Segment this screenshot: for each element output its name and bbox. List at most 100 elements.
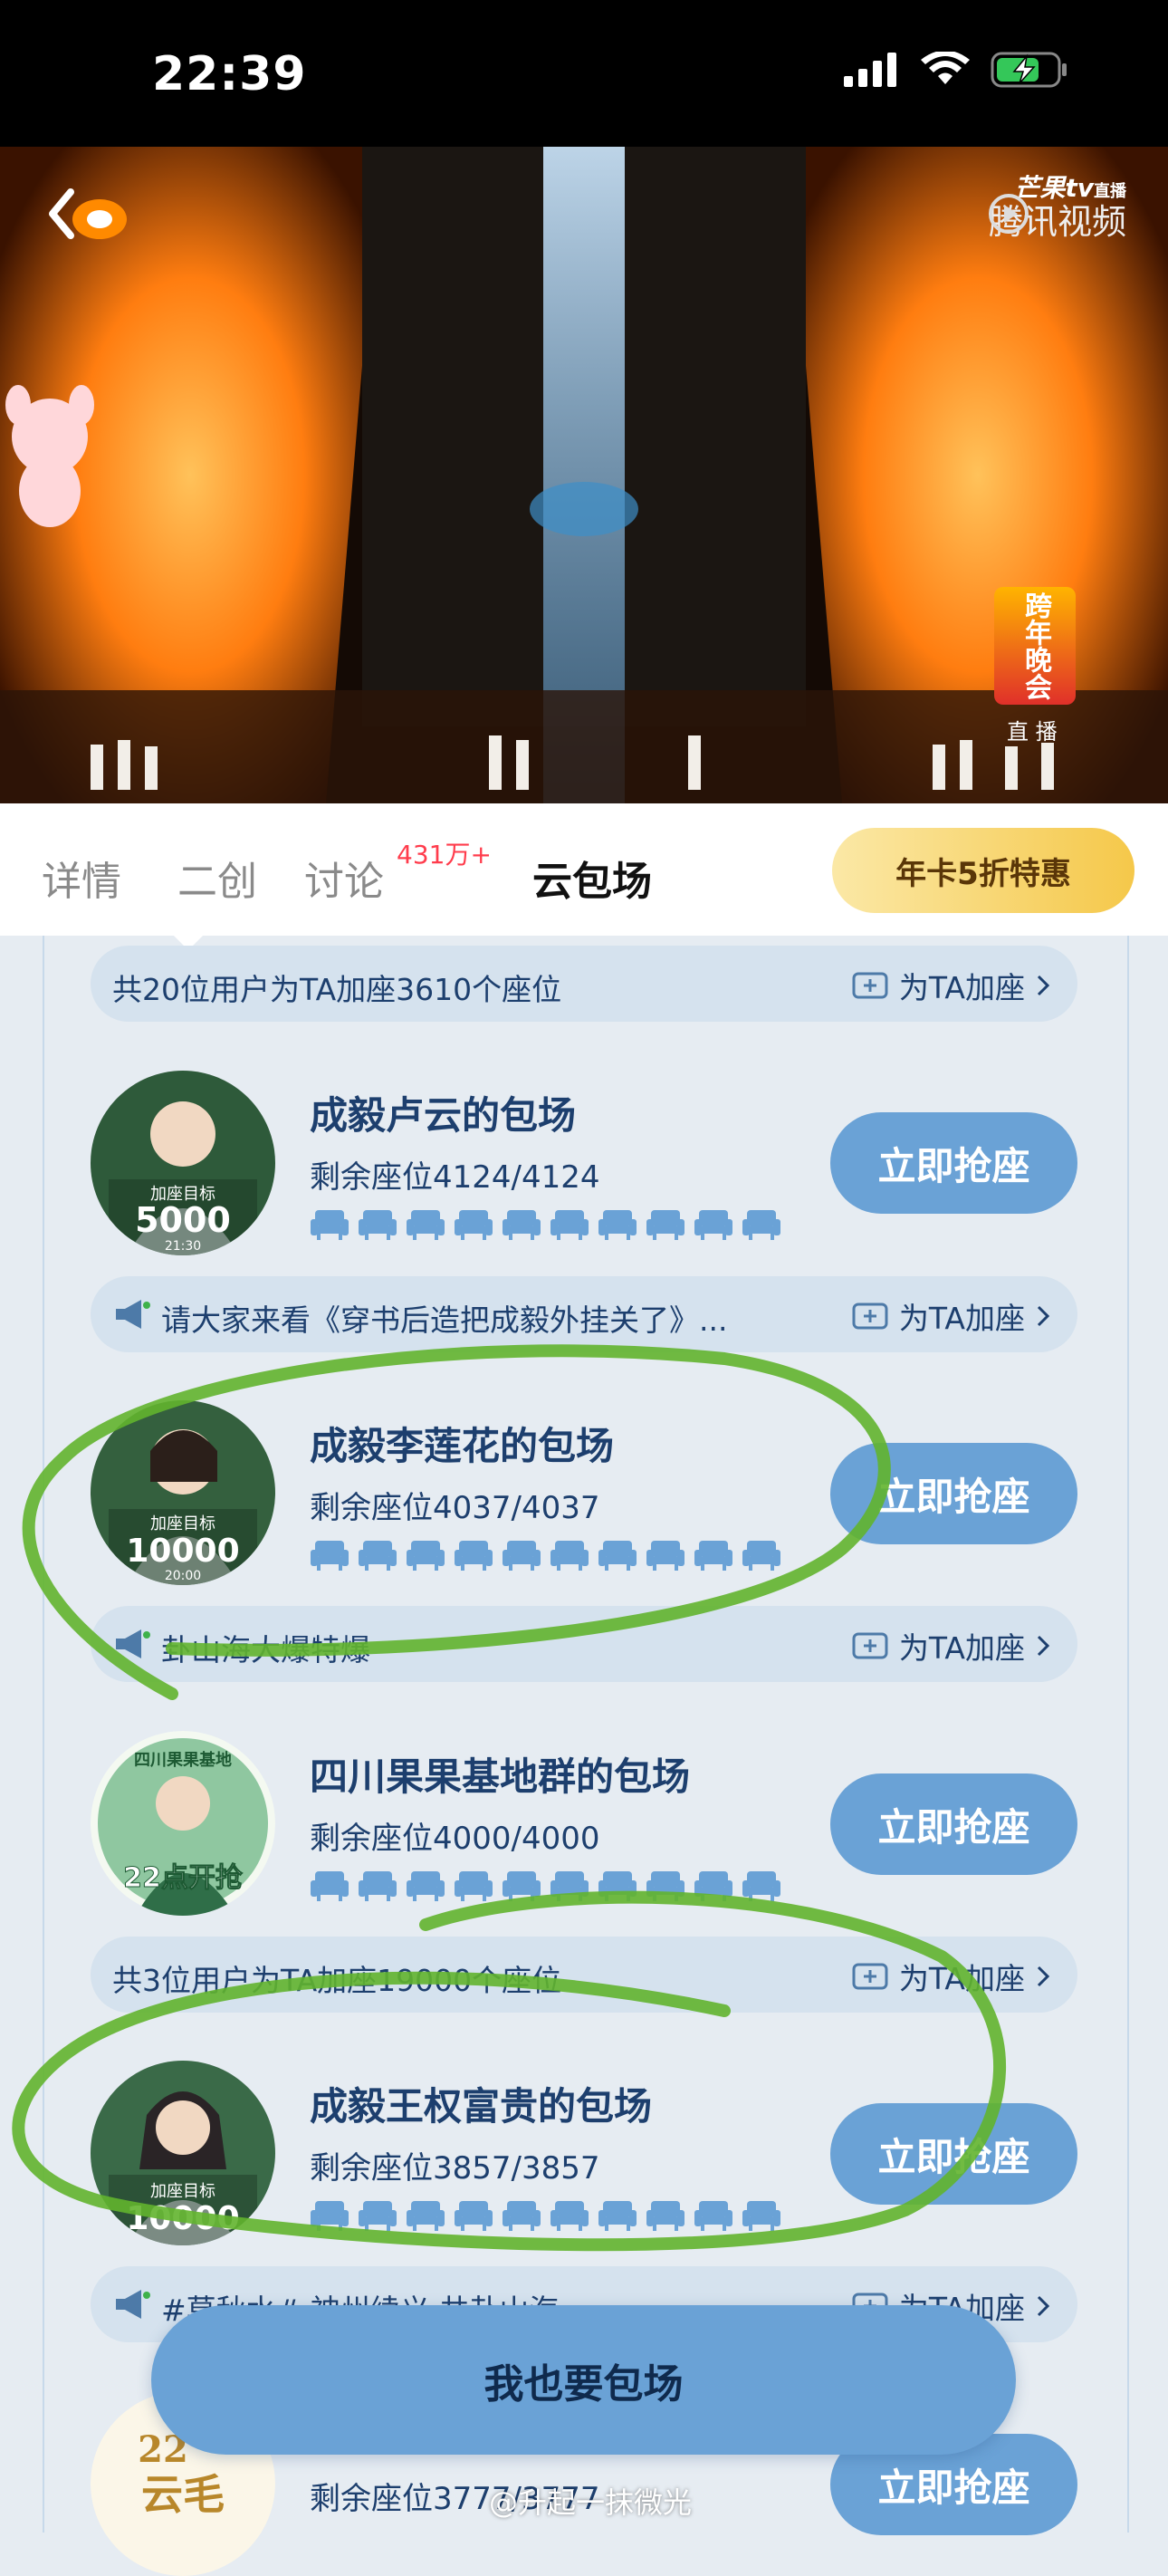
info-bar-text: 共3位用户为TA加座19000个座位 [112, 1963, 562, 1998]
avatar[interactable]: 加座目标 10000 20:00 [91, 1400, 275, 1585]
chevron-right-icon [1037, 1305, 1050, 1327]
seat-icon [310, 1206, 349, 1241]
tab-cloud-screening[interactable]: 云包场 [532, 849, 652, 907]
add-seat-link[interactable]: 为TA加座 [852, 1955, 1050, 1998]
info-bar[interactable]: 卦山海大爆特爆 为TA加座 [91, 1606, 1077, 1682]
seat-icon [646, 1537, 685, 1572]
svg-text:22点开抢: 22点开抢 [123, 1862, 244, 1894]
seat-row [310, 2197, 781, 2232]
seat-icon [502, 1206, 541, 1241]
add-seat-link[interactable]: 为TA加座 [852, 1624, 1050, 1668]
seat-icon [406, 2197, 445, 2232]
show-logo: 跨年晚会 [994, 587, 1076, 705]
svg-text:10000: 10000 [126, 1533, 239, 1570]
video-player[interactable]: 芒果tv直播 腾讯视频 跨年晚会 直 播 [0, 147, 1168, 803]
info-bar[interactable]: 共3位用户为TA加座19000个座位 为TA加座 [91, 1937, 1077, 2013]
seat-icon [310, 1537, 349, 1572]
seat-icon [550, 1537, 589, 1572]
svg-text:云毛: 云毛 [141, 2470, 225, 2519]
tab-details[interactable]: 详情 [42, 849, 121, 907]
screening-title: 成毅李莲花的包场 [310, 1424, 615, 1468]
stage-scene [0, 147, 1168, 803]
info-bar[interactable]: 请大家来看《穿书后造把成毅外挂关了》... 为TA加座 [91, 1276, 1077, 1352]
seat-icon [454, 1537, 493, 1572]
avatar[interactable]: 加座目标 10000 [91, 2061, 275, 2245]
screening-title: 成毅王权富贵的包场 [310, 2084, 653, 2129]
seat-icon [646, 1868, 685, 1902]
seat-row [310, 1868, 781, 1902]
avatar[interactable]: 加座目标 5000 21:30 [91, 1071, 275, 1255]
remaining-seats: 剩余座位4124/4124 [310, 1159, 600, 1196]
info-bar-text: 卦山海大爆特爆 [161, 1632, 370, 1668]
add-seat-label: 为TA加座 [898, 1301, 1025, 1336]
chevron-right-icon [1037, 1966, 1050, 1987]
remaining-seats: 剩余座位4037/4037 [310, 1490, 600, 1526]
info-bar[interactable]: 共20位用户为TA加座3610个座位 为TA加座 [91, 946, 1077, 1022]
add-seat-label: 为TA加座 [898, 1630, 1025, 1666]
svg-text:10000: 10000 [126, 2200, 239, 2237]
svg-text:21:30: 21:30 [165, 1239, 201, 1254]
add-seat-link[interactable]: 为TA加座 [852, 964, 1050, 1007]
status-bar: 22:39 [0, 0, 1168, 147]
seat-icon [454, 1868, 493, 1902]
svg-text:5000: 5000 [135, 1200, 231, 1240]
seat-row [310, 1537, 781, 1572]
back-icon[interactable] [43, 179, 134, 252]
tencent-video-watermark: 腾讯视频 [988, 194, 1126, 244]
annual-card-promo-button[interactable]: 年卡5折特惠 [832, 828, 1134, 913]
seat-icon [310, 2197, 349, 2232]
add-seat-label: 为TA加座 [898, 970, 1025, 1005]
megaphone-icon [116, 1300, 150, 1329]
add-seat-label: 为TA加座 [898, 1961, 1025, 1996]
seat-icon [358, 1868, 397, 1902]
screening-title: 成毅卢云的包场 [310, 1093, 577, 1138]
seat-icon [694, 1868, 733, 1902]
seat-icon [358, 1206, 397, 1241]
seat-icon [406, 1206, 445, 1241]
grab-seat-button[interactable]: 立即抢座 [830, 1443, 1077, 1544]
screening-title: 四川果果基地群的包场 [310, 1754, 691, 1799]
svg-text:20:00: 20:00 [165, 1569, 201, 1583]
status-time: 22:39 [152, 47, 307, 101]
seat-icon [598, 1537, 637, 1572]
seat-icon [694, 1206, 733, 1241]
grab-seat-button[interactable]: 立即抢座 [830, 1773, 1077, 1875]
info-bar-text: 共20位用户为TA加座3610个座位 [112, 972, 562, 1007]
seat-icon [742, 1537, 781, 1572]
svg-text:加座目标: 加座目标 [150, 2182, 215, 2201]
seat-icon [694, 1537, 733, 1572]
play-logo-icon [988, 194, 1029, 234]
seat-icon [454, 2197, 493, 2232]
chevron-right-icon [1037, 2295, 1050, 2317]
seat-icon [406, 1868, 445, 1902]
discussion-count-badge: 431万+ [397, 840, 492, 870]
seat-icon [406, 1537, 445, 1572]
remaining-seats: 剩余座位3857/3857 [310, 2150, 600, 2187]
weibo-watermark: @升起一抹微光 [489, 2485, 693, 2520]
seat-icon [454, 1206, 493, 1241]
tab-discussion[interactable]: 讨论 [304, 849, 384, 907]
seat-icon [646, 2197, 685, 2232]
grab-seat-button[interactable]: 立即抢座 [830, 1112, 1077, 1214]
cellular-signal-icon [844, 53, 896, 87]
create-screening-button[interactable]: 我也要包场 [151, 2305, 1016, 2455]
avatar[interactable]: 四川果果基地 22点开抢 [91, 1731, 275, 1916]
seat-icon [550, 2197, 589, 2232]
battery-charging-icon [991, 52, 1067, 88]
seat-icon [358, 2197, 397, 2232]
add-seat-icon [852, 1963, 888, 1990]
seat-icon [646, 1206, 685, 1241]
add-seat-link[interactable]: 为TA加座 [852, 1294, 1050, 1338]
grab-seat-button[interactable]: 立即抢座 [830, 2103, 1077, 2205]
add-seat-icon [852, 1632, 888, 1659]
seat-icon [742, 2197, 781, 2232]
seat-icon [550, 1868, 589, 1902]
tab-fan-creations[interactable]: 二创 [177, 849, 257, 907]
seat-icon [598, 1206, 637, 1241]
seat-icon [502, 2197, 541, 2232]
remaining-seats: 剩余座位4000/4000 [310, 1821, 600, 1857]
seat-icon [694, 2197, 733, 2232]
seat-icon [742, 1868, 781, 1902]
seat-icon [550, 1206, 589, 1241]
megaphone-icon [116, 1629, 150, 1658]
